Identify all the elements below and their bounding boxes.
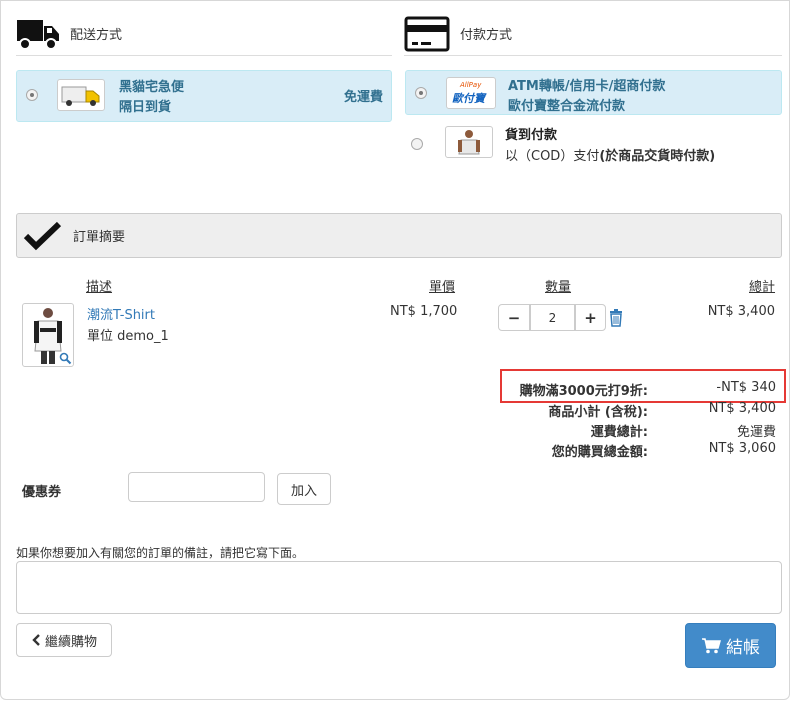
grand-total-label: 您的購買總金額: xyxy=(551,445,648,460)
order-summary-panel: 訂單摘要 xyxy=(16,213,782,258)
product-unit: 單位 demo_1 xyxy=(87,329,169,344)
continue-shopping-button[interactable]: 繼續購物 xyxy=(16,623,112,657)
shipping-header: 配送方式 xyxy=(16,12,392,56)
payment-cod-desc: 以（COD）支付(於商品交貨時付款) xyxy=(505,149,716,164)
product-total: NT$ 3,400 xyxy=(707,304,775,319)
cart-icon xyxy=(702,637,721,653)
product-name-link[interactable]: 潮流T-Shirt xyxy=(87,304,155,323)
delivery-truck-image xyxy=(57,79,105,111)
column-total: 總計 xyxy=(749,280,776,295)
checkout-button[interactable]: 結帳 xyxy=(685,623,776,668)
quantity-decrease-button[interactable]: − xyxy=(498,304,530,331)
payment-allpay-desc: 歐付寶整合金流付款 xyxy=(508,99,626,114)
shipping-option-black-cat[interactable]: 黑貓宅急便 隔日到貨 免運費 xyxy=(16,70,392,122)
shipping-price: 免運費 xyxy=(343,90,383,105)
payment-option-cod[interactable]: 貨到付款 以（COD）支付(於商品交貨時付款) xyxy=(405,120,782,166)
shipping-radio[interactable] xyxy=(26,89,38,101)
order-note-label: 如果你想要加入有關您的訂單的備註，請把它寫下面。 xyxy=(16,546,305,560)
coupon-input[interactable] xyxy=(128,472,265,502)
column-description: 描述 xyxy=(86,280,113,295)
coupon-label: 優惠券 xyxy=(22,485,62,500)
zoom-icon[interactable] xyxy=(59,352,72,365)
order-summary-title: 訂單摘要 xyxy=(73,230,126,245)
payment-header-label: 付款方式 xyxy=(460,28,513,43)
shipping-header-label: 配送方式 xyxy=(70,28,123,43)
product-price: NT$ 1,700 xyxy=(390,304,458,319)
shipping-name: 黑貓宅急便 xyxy=(119,80,185,95)
payment-option-allpay[interactable]: AllPay 歐付寶 ATM轉帳/信用卡/超商付款 歐付寶整合金流付款 xyxy=(405,70,782,115)
truck-icon xyxy=(17,19,59,50)
trash-icon[interactable] xyxy=(608,309,624,327)
order-note-textarea[interactable] xyxy=(16,561,782,614)
product-thumbnail[interactable] xyxy=(22,303,74,367)
credit-card-icon xyxy=(404,16,450,51)
shipping-eta: 隔日到貨 xyxy=(119,100,172,115)
coupon-add-button[interactable]: 加入 xyxy=(277,473,331,505)
column-quantity: 數量 xyxy=(545,280,572,295)
shipping-total-value: 免運費 xyxy=(736,425,776,440)
payment-radio-allpay[interactable] xyxy=(415,87,427,99)
discount-label: 購物滿3000元打9折: xyxy=(519,384,648,399)
shipping-total-label: 運費總計: xyxy=(590,425,648,440)
grand-total-value: NT$ 3,060 xyxy=(708,441,776,456)
subtotal-label: 商品小計 (含稅): xyxy=(548,405,648,420)
checkmark-icon xyxy=(23,221,62,250)
allpay-logo: AllPay 歐付寶 xyxy=(446,77,496,109)
quantity-input[interactable]: 2 xyxy=(530,304,575,331)
payment-cod-title: 貨到付款 xyxy=(505,128,558,143)
quantity-increase-button[interactable]: + xyxy=(575,304,606,331)
subtotal-value: NT$ 3,400 xyxy=(708,401,776,416)
chevron-left-icon xyxy=(32,634,40,646)
payment-radio-cod[interactable] xyxy=(411,138,423,150)
checkout-label: 結帳 xyxy=(726,638,760,658)
payment-allpay-title: ATM轉帳/信用卡/超商付款 xyxy=(508,79,666,94)
continue-shopping-label: 繼續購物 xyxy=(44,634,97,650)
payment-header: 付款方式 xyxy=(404,12,782,56)
cod-person-image xyxy=(445,126,493,158)
discount-value: -NT$ 340 xyxy=(716,380,776,395)
column-price: 單價 xyxy=(429,280,456,295)
